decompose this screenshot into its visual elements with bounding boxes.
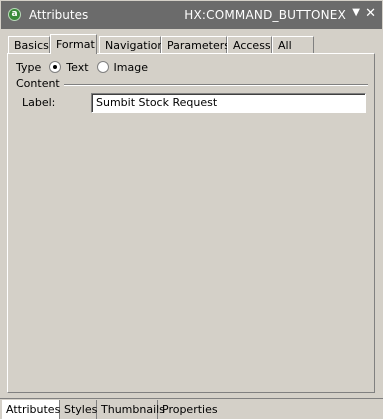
text-radio[interactable] [49, 61, 62, 73]
component-id: HX:COMMAND_BUTTONEX [184, 8, 346, 22]
tab-navigation[interactable]: Navigation [99, 36, 164, 53]
type-label: Type [16, 60, 42, 74]
window-title: Attributes [29, 8, 89, 22]
view-tab-properties[interactable]: Properties [158, 400, 218, 419]
view-tab-styles[interactable]: Styles [60, 400, 97, 419]
content-section-label: Content [16, 77, 60, 90]
image-radio[interactable] [96, 61, 109, 73]
label-field[interactable]: Sumbit Stock Request [91, 93, 366, 113]
tab-basics[interactable]: Basics [8, 36, 50, 53]
tab-access[interactable]: Access [227, 36, 272, 53]
label-field-caption: Label: [22, 96, 56, 109]
image-radio-label[interactable]: Image [114, 61, 148, 74]
tab-strip: Basics Format Navigation Parameters Acce… [8, 34, 368, 54]
tab-format[interactable]: Format [50, 34, 97, 54]
section-divider [64, 84, 368, 86]
attributes-view-icon: a [8, 8, 21, 21]
format-panel: Type Text Image Content Label: Sumbit St… [7, 53, 375, 393]
view-tab-thumbnails[interactable]: Thumbnails [97, 400, 165, 419]
tab-parameters[interactable]: Parameters [161, 36, 230, 53]
text-radio-label[interactable]: Text [66, 61, 88, 74]
view-menu-icon[interactable]: ▼ [352, 7, 360, 18]
type-row: Type Text Image [16, 59, 148, 75]
attributes-window: a Attributes HX:COMMAND_BUTTONEX ▼ ✕ Bas… [0, 0, 383, 419]
tab-all[interactable]: All [272, 36, 314, 53]
close-icon[interactable]: ✕ [365, 6, 376, 21]
view-tab-attributes[interactable]: Attributes [2, 400, 60, 419]
bottom-view-tabs: Attributes Styles Thumbnails Properties [0, 398, 383, 419]
title-bar: a Attributes HX:COMMAND_BUTTONEX ▼ ✕ [1, 1, 382, 29]
